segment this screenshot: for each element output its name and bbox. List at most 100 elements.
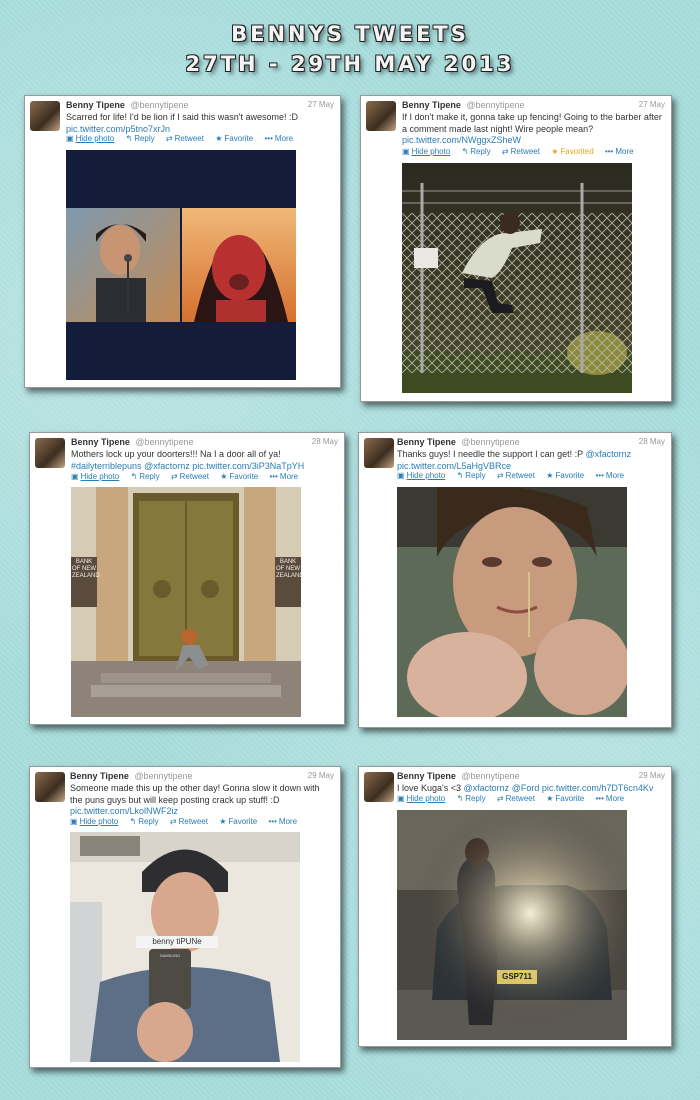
photo-icon: ▣ bbox=[402, 147, 410, 156]
reply-button[interactable]: ↰ Reply bbox=[457, 794, 486, 803]
author-name[interactable]: Benny Tipene bbox=[71, 437, 130, 447]
bank-door-photo bbox=[71, 487, 301, 717]
more-icon: ••• bbox=[604, 147, 614, 156]
mention-link[interactable]: @xfactornz bbox=[585, 449, 631, 459]
author-handle[interactable]: @bennytipene bbox=[134, 771, 192, 781]
photo-collage bbox=[66, 208, 296, 322]
favorite-button[interactable]: ★ Favorite bbox=[219, 817, 257, 826]
avatar[interactable] bbox=[30, 101, 60, 131]
name-sticker: benny tiPUNe bbox=[136, 936, 218, 948]
hide-photo-button[interactable]: ▣ Hide photo bbox=[71, 472, 119, 481]
tweet-text: I love Kuga's <3 @xfactornz @Ford pic.tw… bbox=[397, 783, 654, 793]
author-name[interactable]: Benny Tipene bbox=[397, 437, 456, 447]
hide-photo-button[interactable]: ▣ Hide photo bbox=[397, 794, 445, 803]
star-icon: ★ bbox=[546, 471, 554, 480]
reply-button[interactable]: ↰ Reply bbox=[126, 134, 155, 143]
mention-link[interactable]: @xfactornz bbox=[144, 461, 190, 471]
mention-link[interactable]: @xfactornz bbox=[464, 783, 510, 793]
hide-photo-button[interactable]: ▣ Hide photo bbox=[70, 817, 118, 826]
tweet-date[interactable]: 28 May bbox=[639, 437, 665, 446]
author-handle[interactable]: @bennytipene bbox=[130, 100, 188, 110]
photo-link[interactable]: pic.twitter.com/L5aHgVBRce bbox=[397, 461, 511, 471]
retweet-button[interactable]: ⇄ Retweet bbox=[497, 471, 535, 480]
fence-photo bbox=[402, 163, 632, 393]
reply-icon: ↰ bbox=[129, 817, 137, 826]
photo-icon: ▣ bbox=[66, 134, 74, 143]
tweet-text: Someone made this up the other day! Gonn… bbox=[70, 783, 320, 816]
tweet-date[interactable]: 27 May bbox=[639, 100, 665, 109]
more-button[interactable]: ••• More bbox=[270, 472, 299, 481]
license-plate: GSP711 bbox=[502, 972, 532, 981]
more-icon: ••• bbox=[264, 134, 273, 143]
tweet-date[interactable]: 28 May bbox=[312, 437, 338, 446]
author-handle[interactable]: @bennytipene bbox=[466, 100, 524, 110]
hide-photo-button[interactable]: ▣ Hide photo bbox=[397, 471, 445, 480]
photo-icon: ▣ bbox=[397, 471, 405, 480]
tweet-actions: ▣ Hide photo ↰ Reply ⇄ Retweet ★ Favorite ••… bbox=[397, 794, 633, 803]
retweet-button[interactable]: ⇄ Retweet bbox=[166, 134, 204, 143]
tweet-photo[interactable] bbox=[402, 163, 632, 393]
more-button[interactable]: ••• More bbox=[596, 794, 625, 803]
more-button[interactable]: ••• More bbox=[605, 147, 634, 156]
avatar[interactable] bbox=[364, 438, 394, 468]
author-name[interactable]: Benny Tipene bbox=[66, 100, 125, 110]
retweet-icon: ⇄ bbox=[169, 817, 177, 826]
photo-link[interactable]: pic.twitter.com/NWggxZSheW bbox=[402, 135, 521, 145]
author-name[interactable]: Benny Tipene bbox=[397, 771, 456, 781]
retweet-icon: ⇄ bbox=[165, 134, 173, 143]
favorite-button[interactable]: ★ Favorite bbox=[546, 794, 584, 803]
tweet-date[interactable]: 29 May bbox=[308, 771, 334, 780]
reply-button[interactable]: ↰ Reply bbox=[130, 817, 159, 826]
photo-link[interactable]: pic.twitter.com/3iP3NaTpYH bbox=[192, 461, 304, 471]
more-icon: ••• bbox=[269, 472, 278, 481]
avatar[interactable] bbox=[35, 772, 65, 802]
favorite-button[interactable]: ★ Favorite bbox=[215, 134, 253, 143]
reply-icon: ↰ bbox=[461, 147, 469, 156]
car-photo bbox=[397, 810, 627, 1040]
tweet-actions: ▣ Hide photo ↰ Reply ⇄ Retweet ★ Favorite ••… bbox=[70, 817, 306, 826]
retweet-button[interactable]: ⇄ Retweet bbox=[497, 794, 535, 803]
tweet-photo[interactable] bbox=[66, 150, 296, 380]
avatar[interactable] bbox=[366, 101, 396, 131]
star-icon: ★ bbox=[219, 817, 227, 826]
photo-link[interactable]: pic.twitter.com/h7DT6cn4Kv bbox=[542, 783, 654, 793]
photo-link[interactable]: pic.twitter.com/LkolNWF2iz bbox=[70, 806, 178, 816]
more-button[interactable]: ••• More bbox=[269, 817, 298, 826]
retweet-button[interactable]: ⇄ Retweet bbox=[170, 817, 208, 826]
favorited-button[interactable]: ★ Favorited bbox=[551, 147, 594, 156]
tweet-date[interactable]: 29 May bbox=[639, 771, 665, 780]
phone-brand: SAMSUNG bbox=[159, 953, 181, 958]
tweet-photo[interactable]: BANK OF NEW ZEALAND BANK OF NEW ZEALAND bbox=[71, 487, 301, 717]
photo-icon: ▣ bbox=[397, 794, 405, 803]
reply-button[interactable]: ↰ Reply bbox=[457, 471, 486, 480]
retweet-button[interactable]: ⇄ Retweet bbox=[502, 147, 540, 156]
tweet-photo[interactable]: GSP711 bbox=[397, 810, 627, 1040]
tweet-card-4: Benny Tipene @bennytipene 28 May Thanks … bbox=[358, 432, 672, 728]
favorite-button[interactable]: ★ Favorite bbox=[220, 472, 258, 481]
tweet-card-3: Benny Tipene @bennytipene 28 May Mothers… bbox=[29, 432, 345, 725]
favorite-button[interactable]: ★ Favorite bbox=[546, 471, 584, 480]
author-handle[interactable]: @bennytipene bbox=[461, 771, 519, 781]
tweet-text: Scarred for life! I'd be lion if I said … bbox=[66, 112, 299, 134]
author-name[interactable]: Benny Tipene bbox=[70, 771, 129, 781]
more-button[interactable]: ••• More bbox=[265, 134, 294, 143]
tweet-actions: ▣ Hide photo ↰ Reply ⇄ Retweet ★ Favorited •… bbox=[402, 147, 643, 156]
avatar[interactable] bbox=[364, 772, 394, 802]
reply-button[interactable]: ↰ Reply bbox=[131, 472, 160, 481]
page-subtitle: 27th - 29th May 2013 bbox=[185, 52, 515, 76]
tweet-photo[interactable] bbox=[397, 487, 627, 717]
author-name[interactable]: Benny Tipene bbox=[402, 100, 461, 110]
avatar[interactable] bbox=[35, 438, 65, 468]
photo-link[interactable]: pic.twitter.com/p5tno7xrJn bbox=[66, 124, 170, 134]
retweet-button[interactable]: ⇄ Retweet bbox=[171, 472, 209, 481]
tweet-date[interactable]: 27 May bbox=[308, 100, 334, 109]
hashtag-link[interactable]: #dailyterriblepuns bbox=[71, 461, 142, 471]
reply-button[interactable]: ↰ Reply bbox=[462, 147, 491, 156]
more-button[interactable]: ••• More bbox=[596, 471, 625, 480]
hide-photo-button[interactable]: ▣ Hide photo bbox=[402, 147, 450, 156]
tweet-photo[interactable]: benny tiPUNe SAMSUNG bbox=[70, 832, 300, 1062]
author-handle[interactable]: @bennytipene bbox=[461, 437, 519, 447]
mention-link-ford[interactable]: @Ford bbox=[512, 783, 540, 793]
hide-photo-button[interactable]: ▣ Hide photo bbox=[66, 134, 114, 143]
author-handle[interactable]: @bennytipene bbox=[135, 437, 193, 447]
